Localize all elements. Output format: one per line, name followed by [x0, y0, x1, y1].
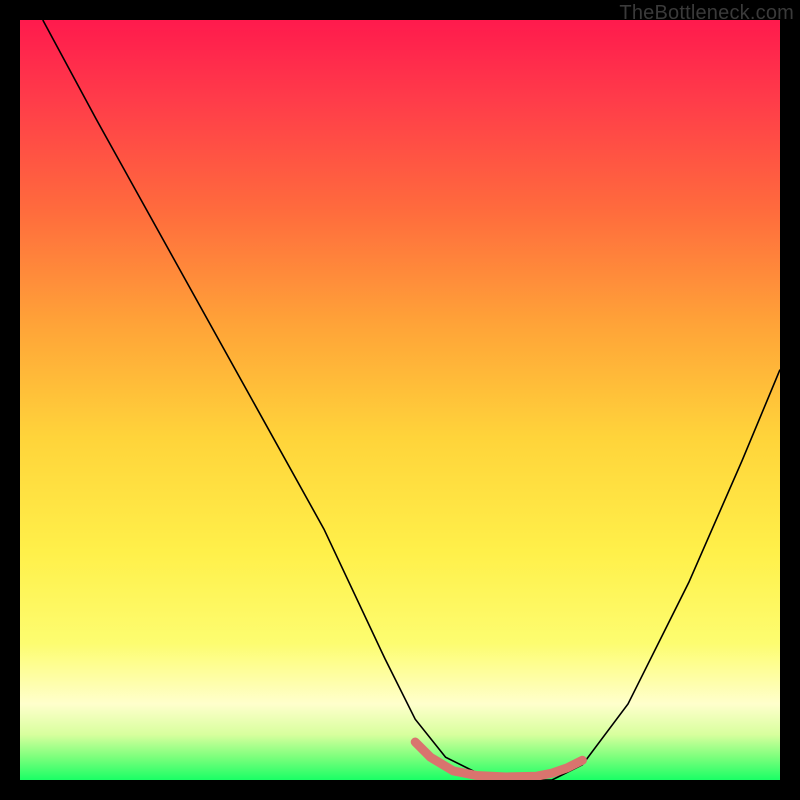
plot-area: [20, 20, 780, 780]
chart-svg: [20, 20, 780, 780]
bottleneck-curve-path: [43, 20, 780, 780]
optimal-band-path: [415, 742, 582, 777]
chart-frame: TheBottleneck.com: [0, 0, 800, 800]
